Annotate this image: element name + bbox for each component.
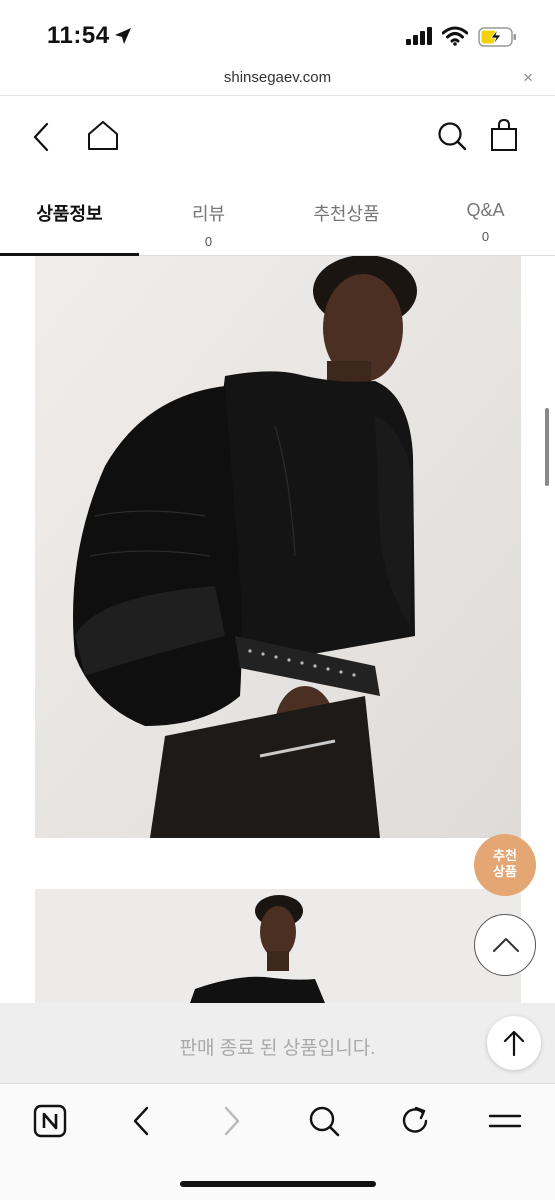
chevron-up-icon [493,938,519,952]
back-icon[interactable] [130,1104,152,1138]
tab-recommended[interactable]: 추천상품 [277,180,416,256]
close-icon[interactable]: × [523,68,533,88]
tab-count: 0 [204,234,213,249]
home-indicator[interactable] [180,1181,376,1187]
scroll-indicator[interactable] [545,408,549,486]
wifi-icon [442,26,468,46]
arrow-up-icon [503,1030,525,1057]
search-icon[interactable] [436,120,468,152]
home-icon[interactable] [86,120,120,152]
back-to-top-button[interactable] [487,1016,541,1070]
product-image [35,256,521,838]
recommended-products-button[interactable]: 추천 상품 [474,834,536,896]
tab-label: 상품정보 [36,204,103,224]
tab-label: 리뷰 [191,204,226,224]
tab-qna[interactable]: Q&A 0 [416,180,555,256]
url-text: shinsegaev.com [223,69,332,86]
scroll-top-button[interactable] [474,914,536,976]
battery-charging-icon [478,27,516,47]
product-tabs: 상품정보 리뷰 0 추천상품 Q&A 0 [0,180,555,256]
tab-label: 추천상품 [313,204,380,224]
search-icon[interactable] [307,1104,341,1138]
menu-icon[interactable] [488,1104,522,1138]
back-chevron-icon[interactable] [30,122,52,152]
tab-reviews[interactable]: 리뷰 0 [139,180,278,256]
sold-out-bar: 판매 종료 된 상품입니다. [0,1003,555,1083]
forward-icon [224,1106,240,1136]
sold-out-message: 판매 종료 된 상품입니다. [179,1038,376,1059]
model-illustration [35,889,521,1003]
naver-n-icon[interactable] [33,1104,67,1138]
shopping-bag-icon[interactable] [489,118,519,152]
tab-count: 0 [481,229,490,244]
status-bar: 11:54 [0,0,555,66]
model-illustration [35,256,521,838]
tab-label: Q&A [466,200,505,220]
nav-bar [0,96,555,180]
recommend-label-line1: 추천 [493,848,517,863]
status-time: 11:54 [47,22,110,49]
reload-icon[interactable] [398,1104,432,1138]
tab-product-info[interactable]: 상품정보 [0,180,139,256]
url-bar[interactable]: shinsegaev.com × [0,66,555,96]
cellular-signal-icon [406,27,432,45]
product-image [35,889,521,1003]
recommend-label-line2: 상품 [493,864,517,879]
location-arrow-icon [115,28,131,44]
